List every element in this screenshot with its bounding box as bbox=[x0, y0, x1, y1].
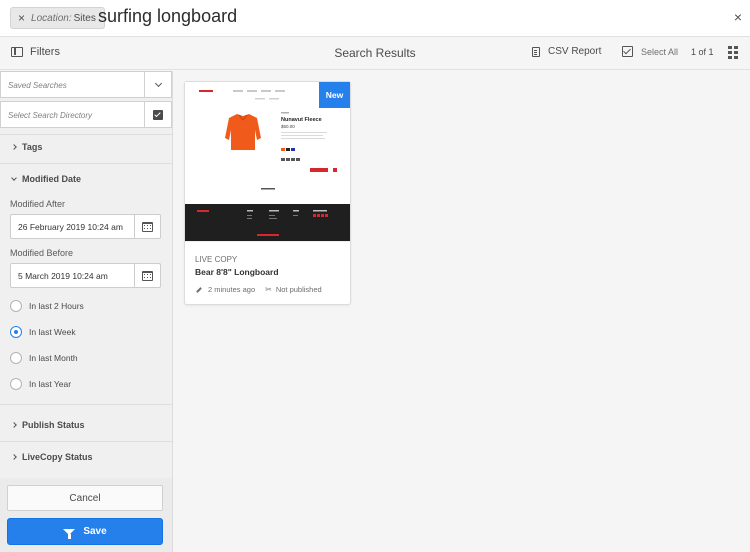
search-directory-field[interactable]: Select Search Directory bbox=[0, 101, 172, 128]
radio-last-2-hours[interactable]: In last 2 Hours bbox=[10, 300, 84, 312]
card-meta: 2 minutes ago ✂ Not published bbox=[196, 285, 322, 294]
modified-after-value[interactable]: 26 February 2019 10:24 am bbox=[11, 215, 134, 238]
csv-report-button[interactable]: CSV Report bbox=[532, 46, 601, 57]
modified-date-section-toggle[interactable]: Modified Date bbox=[11, 174, 82, 184]
select-all-icon bbox=[622, 46, 633, 57]
radio-label: In last Year bbox=[29, 379, 72, 389]
chevron-right-icon bbox=[11, 454, 17, 460]
page-thumbnail: Nunavut Fleece $50.00 New bbox=[185, 82, 350, 242]
thumbnail-product-price: $50.00 bbox=[281, 124, 295, 129]
tags-section-label: Tags bbox=[22, 142, 43, 152]
saved-searches-select[interactable]: Saved Searches bbox=[0, 71, 172, 98]
paging-indicator: 1 of 1 bbox=[691, 47, 714, 57]
divider bbox=[0, 404, 172, 405]
filters-toggle-button[interactable]: Filters bbox=[11, 46, 60, 58]
modified-time: 2 minutes ago bbox=[208, 285, 256, 294]
divider bbox=[0, 134, 172, 135]
remove-tag-icon[interactable]: × bbox=[18, 12, 25, 24]
tag-key: Location: bbox=[31, 12, 72, 24]
calendar-icon bbox=[142, 221, 153, 232]
chevron-right-icon bbox=[11, 144, 17, 150]
new-badge: New bbox=[319, 82, 350, 108]
search-query-input[interactable]: surfing longboard bbox=[98, 6, 237, 27]
omnisearch-bar: × Location: Sites surfing longboard × bbox=[0, 0, 750, 37]
divider bbox=[0, 163, 172, 164]
modified-before-datepicker[interactable]: 5 March 2019 10:24 am bbox=[10, 263, 161, 288]
document-icon bbox=[532, 46, 540, 57]
publish-status: Not published bbox=[275, 285, 322, 294]
modified-before-label: Modified Before bbox=[10, 248, 74, 258]
save-label: Save bbox=[83, 526, 107, 537]
select-all-label: Select All bbox=[641, 46, 679, 57]
publish-status-section-label: Publish Status bbox=[22, 420, 85, 430]
search-directory-placeholder: Select Search Directory bbox=[8, 111, 93, 120]
results-toolbar: Filters Search Results CSV Report Select… bbox=[0, 37, 750, 70]
radio-label: In last Month bbox=[29, 353, 78, 363]
livecopy-status-section-toggle[interactable]: LiveCopy Status bbox=[11, 452, 93, 462]
modified-after-label: Modified After bbox=[10, 199, 66, 209]
modified-date-section-label: Modified Date bbox=[22, 174, 82, 184]
result-card[interactable]: Nunavut Fleece $50.00 New LIVE COPY Bear… bbox=[184, 81, 351, 305]
saved-searches-placeholder: Saved Searches bbox=[8, 81, 67, 90]
cancel-button[interactable]: Cancel bbox=[7, 485, 163, 511]
modified-after-datepicker[interactable]: 26 February 2019 10:24 am bbox=[10, 214, 161, 239]
filter-icon bbox=[63, 528, 76, 539]
thumbnail-product-name: Nunavut Fleece bbox=[281, 117, 322, 123]
save-button[interactable]: Save bbox=[7, 518, 163, 545]
divider bbox=[0, 441, 172, 442]
location-tag[interactable]: × Location: Sites bbox=[10, 7, 105, 29]
radio-label: In last Week bbox=[29, 327, 76, 337]
pencil-icon bbox=[196, 286, 202, 293]
chevron-right-icon bbox=[11, 422, 17, 428]
saved-searches-dropdown-button[interactable] bbox=[144, 72, 171, 97]
select-all-button[interactable]: Select All bbox=[622, 46, 678, 57]
csv-report-label: CSV Report bbox=[548, 46, 602, 57]
filter-rail: Saved Searches Select Search Directory T… bbox=[0, 71, 173, 552]
livecopy-status-section-label: LiveCopy Status bbox=[22, 452, 93, 462]
rail-toggle-icon bbox=[11, 47, 23, 57]
chevron-down-icon bbox=[11, 175, 17, 181]
tags-section-toggle[interactable]: Tags bbox=[11, 142, 43, 152]
radio-label: In last 2 Hours bbox=[29, 301, 84, 311]
modified-before-calendar-button[interactable] bbox=[134, 264, 160, 287]
not-published-icon: ✂ bbox=[265, 285, 272, 294]
radio-button[interactable] bbox=[10, 378, 22, 390]
radio-button[interactable] bbox=[10, 326, 22, 338]
view-switcher-icon[interactable] bbox=[728, 46, 741, 59]
card-title[interactable]: Bear 8'8" Longboard bbox=[195, 267, 279, 277]
radio-last-week[interactable]: In last Week bbox=[10, 326, 76, 338]
select-directory-icon bbox=[153, 109, 163, 120]
radio-button[interactable] bbox=[10, 352, 22, 364]
directory-picker-button[interactable] bbox=[144, 102, 171, 127]
card-type-label: LIVE COPY bbox=[195, 255, 238, 264]
publish-status-section-toggle[interactable]: Publish Status bbox=[11, 420, 85, 430]
modified-before-value[interactable]: 5 March 2019 10:24 am bbox=[11, 264, 134, 287]
filters-label: Filters bbox=[30, 46, 60, 58]
chevron-down-icon bbox=[154, 79, 162, 87]
tag-value: Sites bbox=[73, 12, 96, 24]
radio-last-month[interactable]: In last Month bbox=[10, 352, 78, 364]
radio-last-year[interactable]: In last Year bbox=[10, 378, 71, 390]
radio-button[interactable] bbox=[10, 300, 22, 312]
modified-after-calendar-button[interactable] bbox=[134, 215, 160, 238]
calendar-icon bbox=[142, 270, 153, 281]
close-icon[interactable]: × bbox=[734, 10, 742, 24]
